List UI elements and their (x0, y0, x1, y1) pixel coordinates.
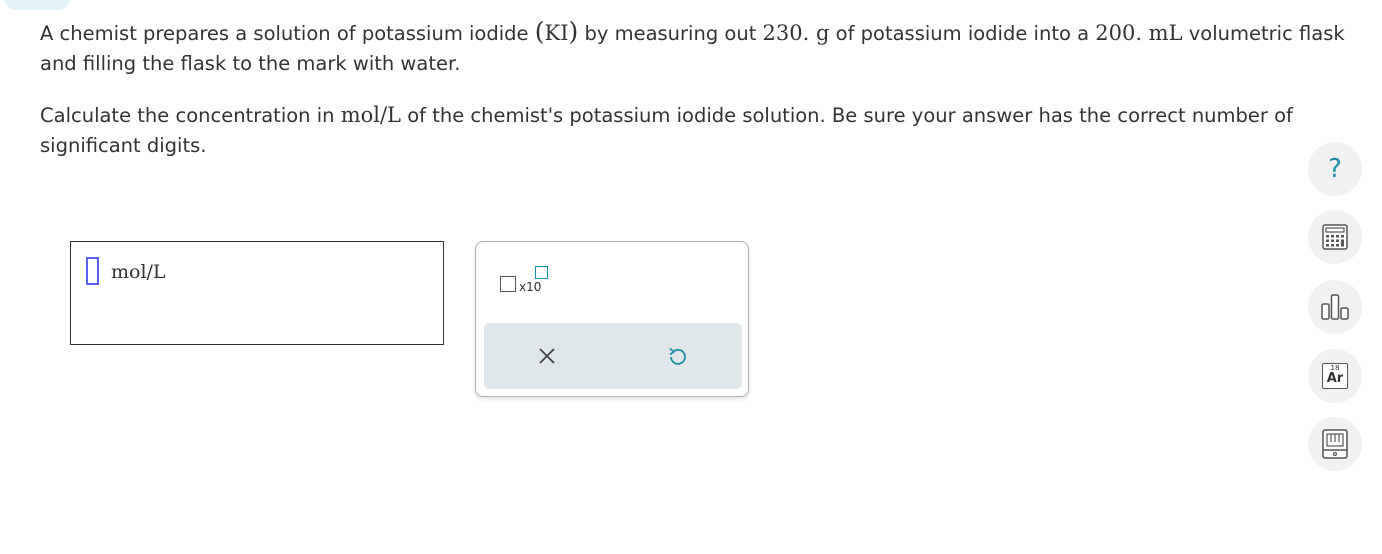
chemical-formula: KI (544, 21, 569, 45)
undo-icon (669, 347, 686, 365)
paren-open: ( (534, 17, 545, 46)
mass-value: 230. g (762, 21, 830, 45)
exponent-placeholder-icon (535, 266, 548, 279)
clear-x-icon (539, 348, 555, 364)
periodic-table-button[interactable]: 18 Ar (1308, 349, 1362, 403)
data-chart-button[interactable] (1308, 280, 1362, 334)
undo-button[interactable] (662, 341, 692, 371)
periodic-table-icon: 18 Ar (1322, 363, 1348, 389)
calculator-button[interactable] (1308, 210, 1362, 264)
top-tab-indicator (4, 0, 70, 10)
question-text: by measuring out (578, 22, 763, 45)
math-tool-panel: x10 (475, 241, 749, 397)
element-symbol: Ar (1326, 371, 1344, 386)
base-placeholder-icon (500, 276, 516, 292)
question-text: Calculate the concentration in (40, 104, 341, 127)
times-ten-label: x10 (519, 280, 542, 294)
bar-chart-icon (1321, 294, 1349, 320)
answer-box: mol/L (70, 241, 444, 345)
question-paragraph-1: A chemist prepares a solution of potassi… (40, 17, 1370, 79)
question-paragraph-2: Calculate the concentration in mol/L of … (40, 100, 1370, 161)
volume-value: 200. mL (1095, 21, 1183, 45)
calculator-icon (1322, 224, 1348, 250)
answer-unit-label: mol/L (111, 261, 166, 283)
reference-book-icon (1322, 429, 1348, 459)
question-text: of potassium iodide into a (829, 22, 1096, 45)
help-icon: ? (1328, 154, 1342, 184)
clear-button[interactable] (532, 341, 562, 371)
scientific-notation-button[interactable]: x10 (498, 264, 554, 296)
action-bar (484, 323, 742, 389)
reference-button[interactable] (1308, 417, 1362, 471)
question-text: A chemist prepares a solution of potassi… (40, 22, 535, 45)
answer-input[interactable] (86, 257, 99, 285)
help-button[interactable]: ? (1308, 142, 1362, 196)
unit-text: mol/L (340, 103, 401, 127)
paren-close: ) (568, 17, 579, 46)
